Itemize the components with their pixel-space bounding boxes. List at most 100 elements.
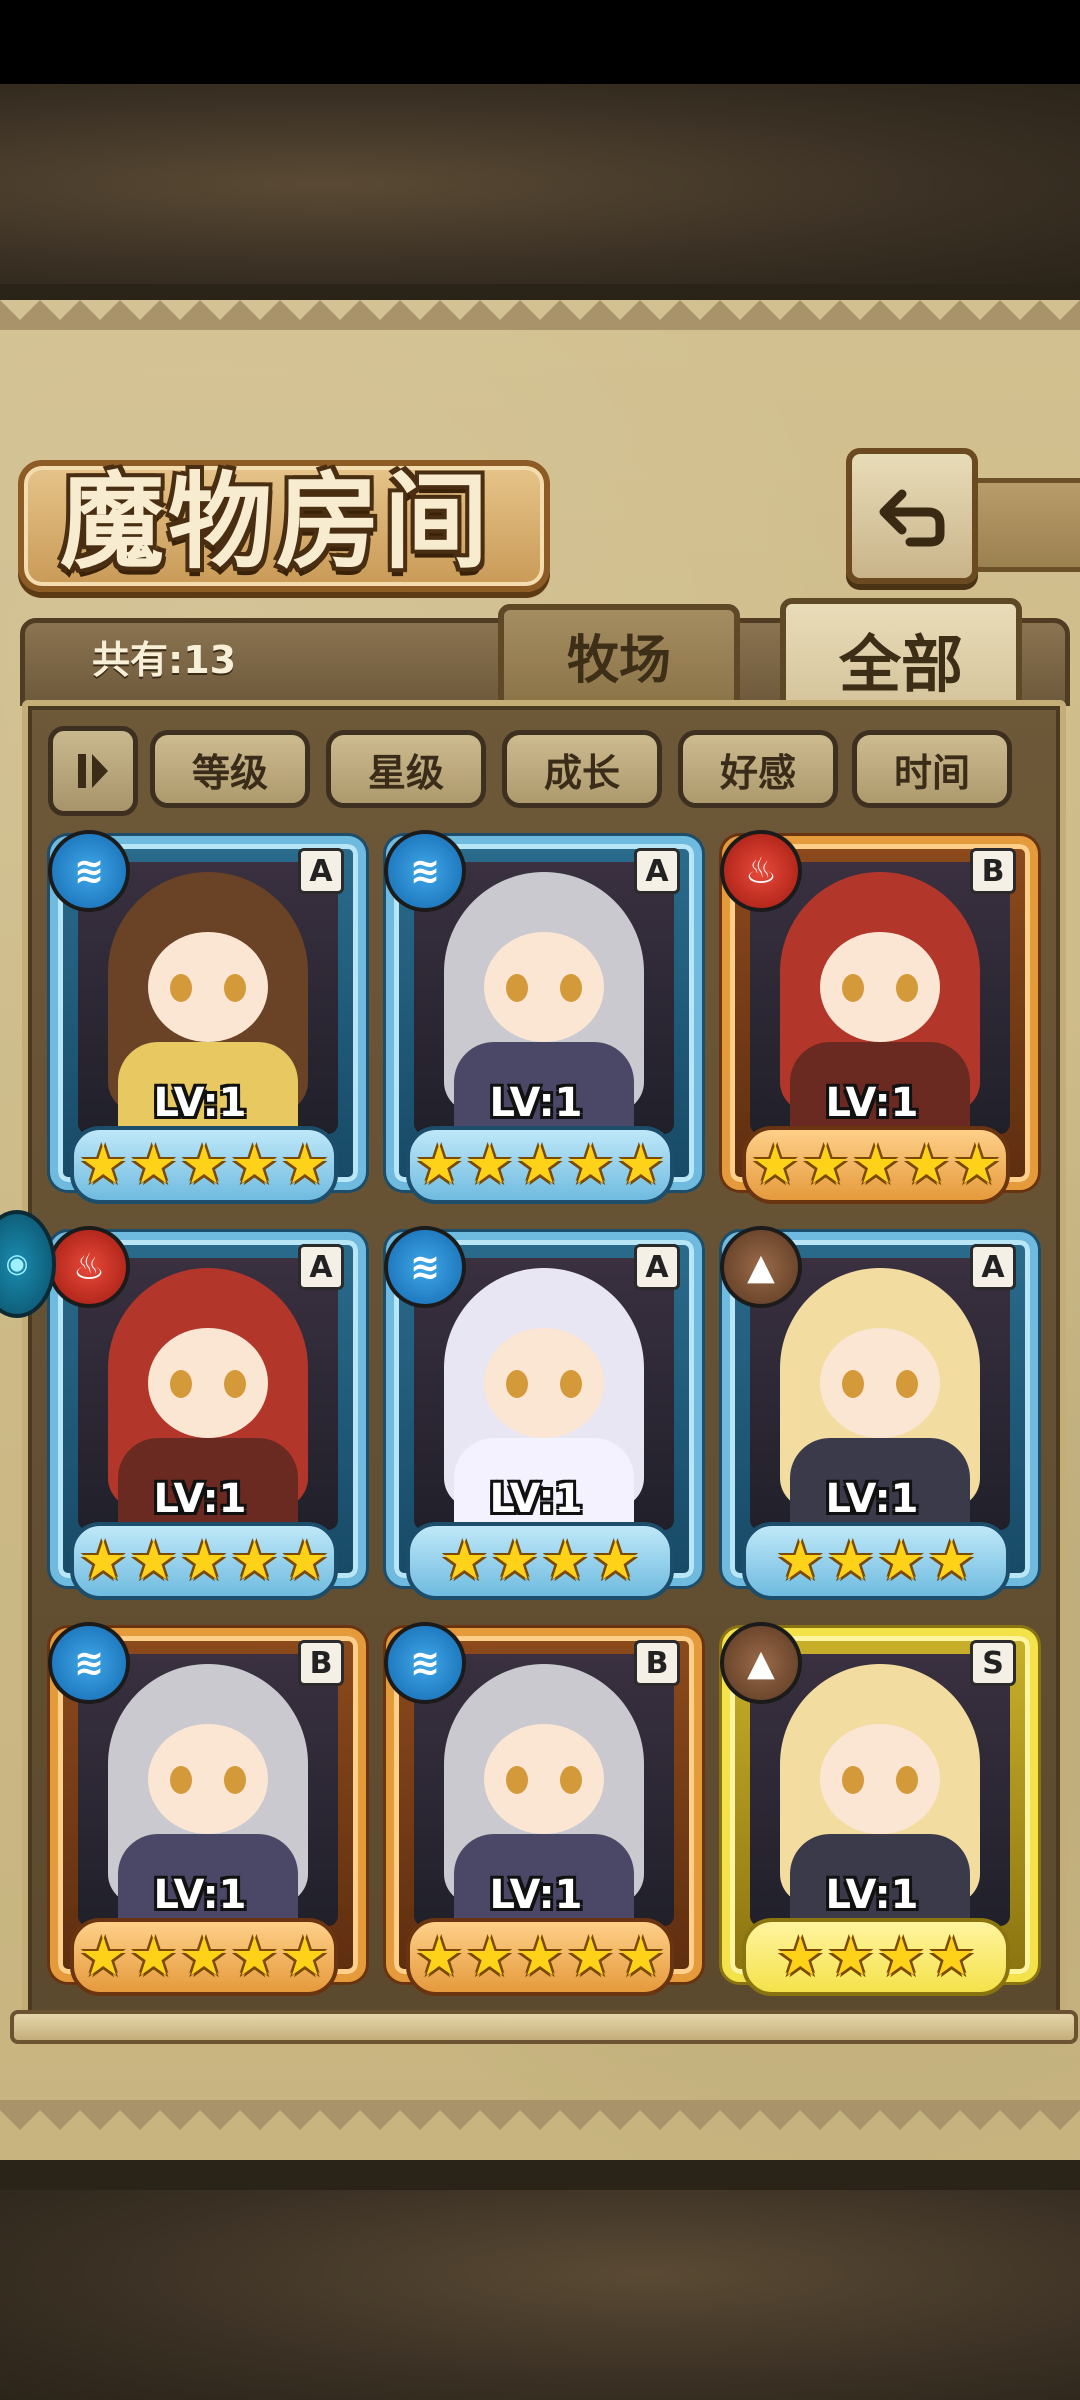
- water-element-icon: ≋: [384, 830, 466, 912]
- rank-badge: S: [970, 1640, 1016, 1686]
- monster-card[interactable]: ≋ B LV:1 ★ ★ ★ ★ ★: [384, 1622, 702, 1998]
- monster-count-label: 共有:13: [92, 638, 237, 682]
- sort-order-icon: [78, 754, 108, 788]
- star-icon: ★: [179, 1133, 229, 1196]
- panel-bottom-rail: [10, 2010, 1078, 2044]
- portrait-face: [484, 1328, 604, 1438]
- level-label: LV:1: [489, 1080, 583, 1126]
- portrait-eye-left: [506, 974, 528, 1002]
- sort-by-level-button[interactable]: 等级: [150, 730, 310, 808]
- portrait-eye-right: [224, 974, 246, 1002]
- tab-ranch[interactable]: 牧场: [498, 604, 740, 706]
- sort-by-star-button[interactable]: 星级: [326, 730, 486, 808]
- sort-order-toggle[interactable]: [48, 726, 138, 816]
- level-label: LV:1: [825, 1872, 919, 1918]
- sort-by-growth-button[interactable]: 成长: [502, 730, 662, 808]
- monster-card[interactable]: ♨ A LV:1 ★ ★ ★ ★ ★: [48, 1226, 366, 1602]
- back-button[interactable]: [846, 448, 978, 584]
- water-element-icon: ≋: [48, 830, 130, 912]
- sort-by-affection-button[interactable]: 好感: [678, 730, 838, 808]
- star-rating: ★ ★ ★ ★ ★: [406, 1126, 674, 1204]
- star-icon: ★: [877, 1925, 926, 1988]
- floating-logo-icon: ◉: [5, 1249, 29, 1279]
- star-icon: ★: [78, 1925, 128, 1988]
- earth-element-icon: ▲: [720, 1622, 802, 1704]
- rank-badge: B: [298, 1640, 344, 1686]
- star-icon: ★: [541, 1529, 590, 1592]
- level-label: LV:1: [153, 1872, 247, 1918]
- star-icon: ★: [616, 1925, 666, 1988]
- star-icon: ★: [465, 1925, 514, 1988]
- zigzag-edge-top: [0, 300, 1080, 330]
- zigzag-edge-bottom: [0, 2100, 1080, 2130]
- portrait-eye-right: [896, 974, 918, 1002]
- star-icon: ★: [465, 1133, 514, 1196]
- star-icon: ★: [750, 1133, 800, 1196]
- monster-card[interactable]: ▲ A LV:1 ★ ★ ★ ★: [720, 1226, 1038, 1602]
- star-rating: ★ ★ ★ ★ ★: [70, 1918, 338, 1996]
- portrait-face: [820, 1724, 940, 1834]
- rank-badge: B: [634, 1640, 680, 1686]
- star-icon: ★: [826, 1925, 875, 1988]
- star-rating: ★ ★ ★ ★ ★: [742, 1126, 1010, 1204]
- star-icon: ★: [179, 1529, 229, 1592]
- star-rating: ★ ★ ★ ★ ★: [406, 1918, 674, 1996]
- portrait-eye-right: [896, 1766, 918, 1794]
- star-icon: ★: [129, 1529, 178, 1592]
- star-icon: ★: [515, 1133, 565, 1196]
- star-icon: ★: [78, 1133, 128, 1196]
- level-label: LV:1: [489, 1476, 583, 1522]
- map-background-top: [0, 84, 1080, 284]
- monster-card[interactable]: ≋ A LV:1 ★ ★ ★ ★ ★: [384, 830, 702, 1206]
- star-icon: ★: [776, 1925, 825, 1988]
- monster-card[interactable]: ≋ A LV:1 ★ ★ ★ ★ ★: [48, 830, 366, 1206]
- portrait-face: [148, 1328, 268, 1438]
- portrait-face: [484, 932, 604, 1042]
- star-icon: ★: [566, 1133, 615, 1196]
- portrait-face: [820, 932, 940, 1042]
- monster-card[interactable]: ♨ B LV:1 ★ ★ ★ ★ ★: [720, 830, 1038, 1206]
- star-icon: ★: [440, 1529, 489, 1592]
- page-title: 魔物房间: [60, 460, 493, 583]
- rank-badge: A: [634, 1244, 680, 1290]
- portrait-face: [484, 1724, 604, 1834]
- portrait-face: [148, 932, 268, 1042]
- portrait-eye-left: [170, 1370, 192, 1398]
- star-icon: ★: [129, 1925, 178, 1988]
- star-icon: ★: [280, 1529, 330, 1592]
- star-icon: ★: [851, 1133, 901, 1196]
- portrait-eye-right: [560, 974, 582, 1002]
- star-icon: ★: [591, 1529, 640, 1592]
- level-label: LV:1: [153, 1080, 247, 1126]
- water-element-icon: ≋: [48, 1622, 130, 1704]
- sort-by-time-button[interactable]: 时间: [852, 730, 1012, 808]
- map-background-bottom: [0, 2190, 1080, 2400]
- water-element-icon: ≋: [384, 1622, 466, 1704]
- monster-card[interactable]: ≋ A LV:1 ★ ★ ★ ★: [384, 1226, 702, 1602]
- rank-badge: A: [634, 848, 680, 894]
- monster-card[interactable]: ≋ B LV:1 ★ ★ ★ ★ ★: [48, 1622, 366, 1998]
- star-rating: ★ ★ ★ ★ ★: [70, 1126, 338, 1204]
- star-icon: ★: [230, 1133, 279, 1196]
- star-rating: ★ ★ ★ ★: [406, 1522, 674, 1600]
- star-icon: ★: [616, 1133, 666, 1196]
- portrait-eye-left: [842, 974, 864, 1002]
- star-icon: ★: [515, 1925, 565, 1988]
- portrait-eye-right: [560, 1370, 582, 1398]
- star-icon: ★: [129, 1133, 178, 1196]
- rank-badge: A: [298, 1244, 344, 1290]
- return-arrow-icon: [879, 489, 945, 547]
- portrait-eye-right: [224, 1370, 246, 1398]
- status-bar: [0, 0, 1080, 84]
- rank-badge: A: [298, 848, 344, 894]
- portrait-eye-left: [506, 1370, 528, 1398]
- star-rating: ★ ★ ★ ★: [742, 1918, 1010, 1996]
- star-icon: ★: [414, 1133, 464, 1196]
- star-icon: ★: [927, 1529, 976, 1592]
- star-icon: ★: [414, 1925, 464, 1988]
- portrait-eye-left: [842, 1766, 864, 1794]
- monster-card[interactable]: ▲ S LV:1 ★ ★ ★ ★: [720, 1622, 1038, 1998]
- star-rating: ★ ★ ★ ★ ★: [70, 1522, 338, 1600]
- star-icon: ★: [826, 1529, 875, 1592]
- star-icon: ★: [776, 1529, 825, 1592]
